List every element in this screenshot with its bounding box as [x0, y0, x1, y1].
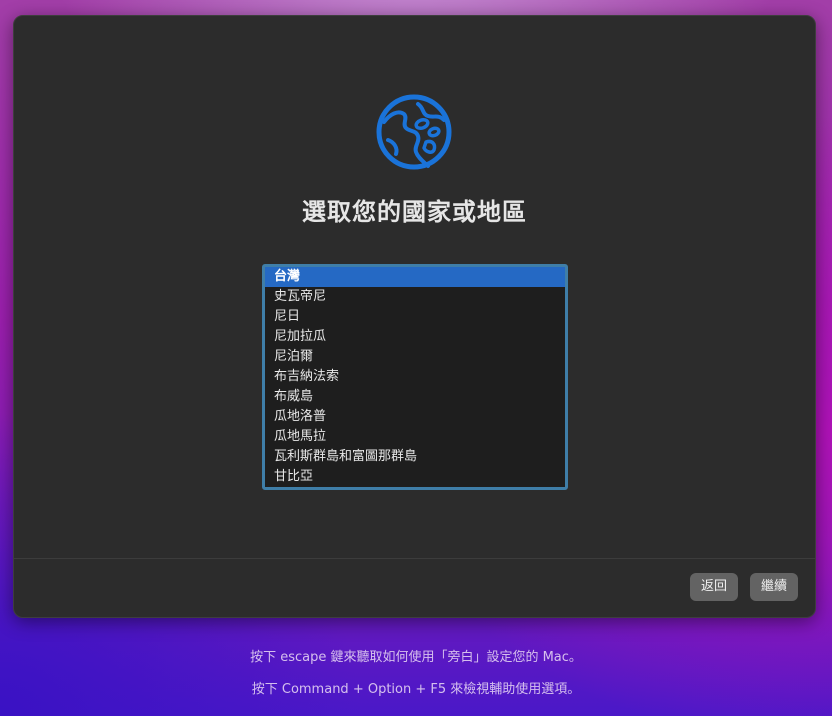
list-item[interactable]: 甘比亞	[265, 467, 565, 487]
list-item[interactable]: 尼泊爾	[265, 347, 565, 367]
list-item[interactable]: 史瓦帝尼	[265, 287, 565, 307]
list-item[interactable]: 瓜地馬拉	[265, 427, 565, 447]
voiceover-hint: 按下 escape 鍵來聽取如何使用「旁白」設定您的 Mac。	[250, 650, 582, 665]
accessibility-hint: 按下 Command + Option + F5 來檢視輔助使用選項。	[251, 682, 581, 697]
footer-divider	[14, 558, 815, 559]
list-item[interactable]: 布吉納法索	[265, 367, 565, 387]
list-item[interactable]: 瓜地洛普	[265, 407, 565, 427]
back-button[interactable]: 返回	[690, 573, 738, 601]
list-item[interactable]: 布威島	[265, 387, 565, 407]
page-title: 選取您的國家或地區	[302, 198, 527, 226]
list-item-selected[interactable]: 台灣	[265, 267, 565, 287]
list-item[interactable]: 尼日	[265, 307, 565, 327]
globe-icon	[376, 94, 452, 170]
list-item[interactable]: 尼加拉瓜	[265, 327, 565, 347]
setup-assistant-window: 選取您的國家或地區 台灣 史瓦帝尼 尼日 尼加拉瓜 尼泊爾 布吉納法索 布威島 …	[13, 15, 816, 618]
list-item[interactable]: 瓦利斯群島和富圖那群島	[265, 447, 565, 467]
continue-button[interactable]: 繼續	[750, 573, 798, 601]
country-list[interactable]: 台灣 史瓦帝尼 尼日 尼加拉瓜 尼泊爾 布吉納法索 布威島 瓜地洛普 瓜地馬拉 …	[262, 264, 568, 490]
